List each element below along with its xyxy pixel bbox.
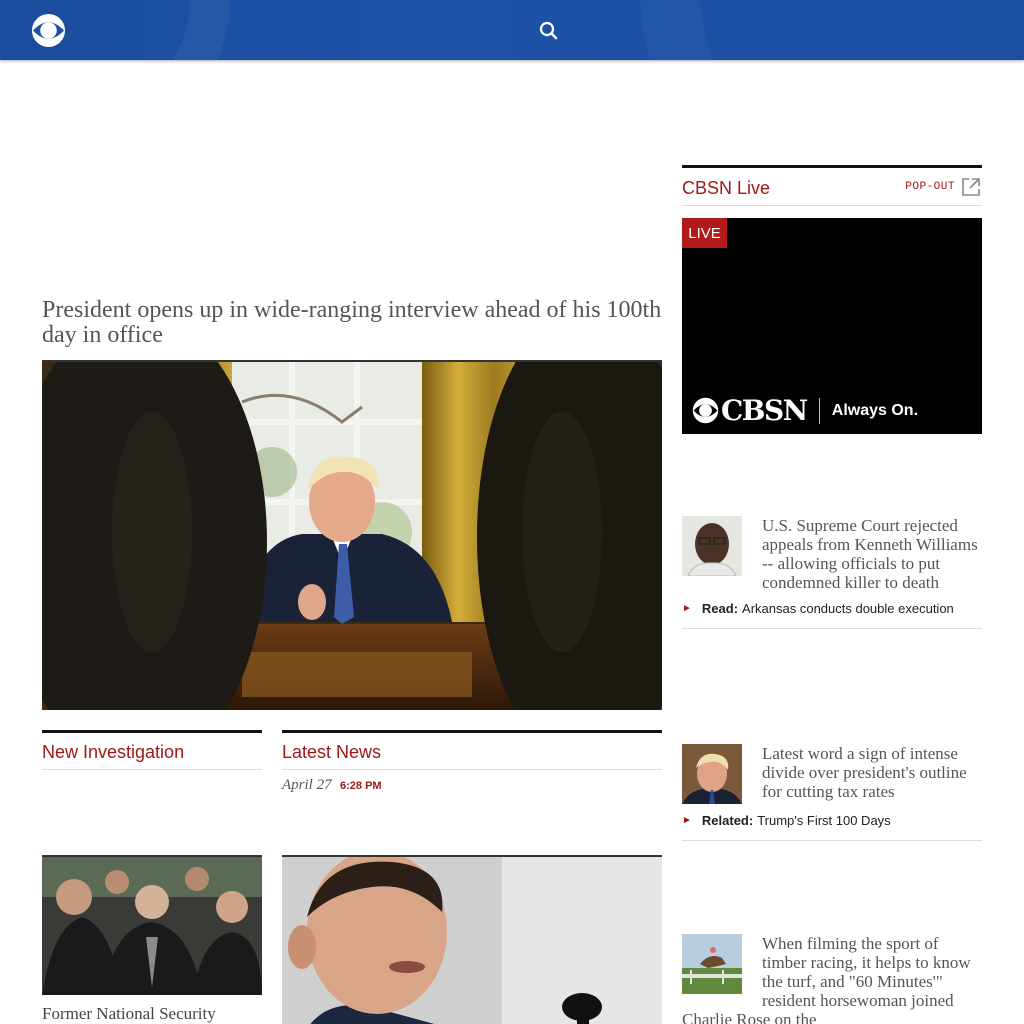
live-badge: LIVE xyxy=(682,218,727,248)
latest-news-image[interactable] xyxy=(282,855,662,1024)
popout-icon xyxy=(962,178,980,196)
cbsn-brand: CBSN Always On. xyxy=(692,394,918,427)
cbs-eye-icon[interactable] xyxy=(31,13,66,48)
list-item[interactable]: U.S. Supreme Court rejected appeals from… xyxy=(682,516,982,629)
lead-headline[interactable]: President opens up in wide-ranging inter… xyxy=(42,298,664,348)
investigation-image[interactable] xyxy=(42,855,262,995)
story-subline[interactable]: ► Related: Trump's First 100 Days xyxy=(682,804,982,840)
new-investigation-label[interactable]: New Investigation xyxy=(42,742,184,763)
cbsn-live-header: CBSN Live POP-OUT xyxy=(682,165,982,206)
story-subline-label: Read: xyxy=(701,601,739,616)
story-thumbnail[interactable] xyxy=(682,516,742,576)
cbsn-live-title[interactable]: CBSN Live xyxy=(682,178,770,199)
story-thumbnail[interactable] xyxy=(682,744,742,804)
list-item[interactable]: Latest word a sign of intense divide ove… xyxy=(682,744,982,841)
latest-news-header[interactable]: Latest News xyxy=(282,730,662,770)
list-item[interactable]: When filming the sport of timber racing,… xyxy=(682,934,982,1024)
brand-divider xyxy=(818,397,820,424)
lead-image[interactable] xyxy=(42,360,662,710)
story-subline[interactable]: ► Read: Arkansas conducts double executi… xyxy=(682,592,982,628)
story-subline-link[interactable]: Arkansas conducts double execution xyxy=(742,601,954,616)
new-investigation-header[interactable]: New Investigation xyxy=(42,730,262,770)
arrow-right-icon: ► xyxy=(682,603,692,614)
latest-time: 6:28 PM xyxy=(340,780,382,792)
arrow-right-icon: ► xyxy=(682,815,692,826)
top-nav-bar xyxy=(0,0,1024,60)
cbsn-tagline: Always On. xyxy=(831,401,919,419)
cbsn-live-player[interactable]: LIVE CBSN Always On. xyxy=(682,218,982,434)
popout-label: POP-OUT xyxy=(905,181,955,193)
latest-news-label[interactable]: Latest News xyxy=(282,742,381,763)
story-subline-label: Related: xyxy=(701,813,754,828)
latest-date: April 27 xyxy=(282,777,332,793)
investigation-caption[interactable]: Former National Security xyxy=(42,1004,262,1024)
search-icon[interactable] xyxy=(538,20,560,42)
story-thumbnail[interactable] xyxy=(682,934,742,994)
popout-button[interactable]: POP-OUT xyxy=(905,176,982,198)
cbsn-wordmark: CBSN xyxy=(721,394,808,427)
nav-decoration xyxy=(640,0,1024,60)
cbs-eye-icon xyxy=(692,397,719,424)
story-subline-link[interactable]: Trump's First 100 Days xyxy=(757,813,890,828)
